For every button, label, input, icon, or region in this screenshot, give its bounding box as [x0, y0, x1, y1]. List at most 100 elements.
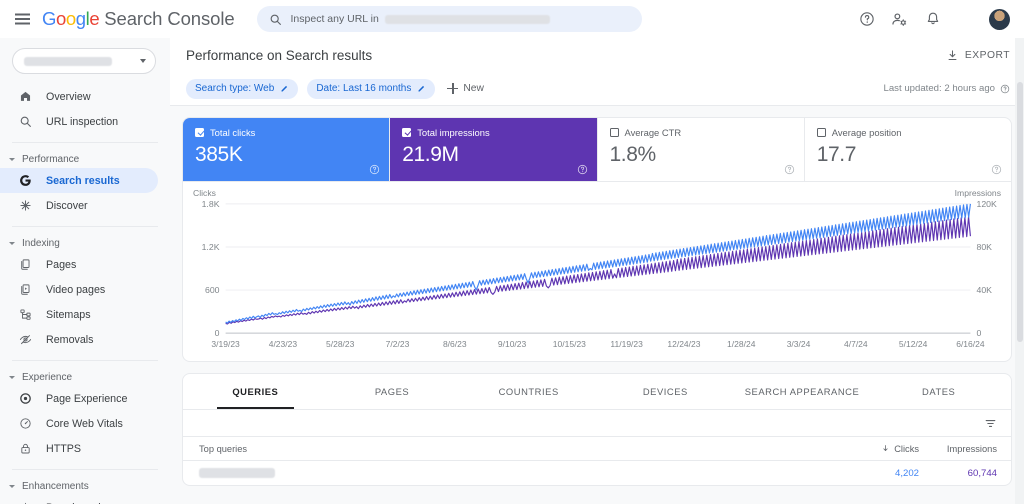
sidebar-item-search-results[interactable]: Search results [0, 168, 158, 193]
avatar[interactable] [989, 8, 1010, 30]
sidebar-item-label: Page Experience [46, 392, 128, 405]
redacted-property-url [384, 14, 550, 24]
column-header-impressions[interactable]: Impressions [919, 444, 997, 454]
sidebar-item-discover[interactable]: Discover [0, 193, 158, 218]
sidebar-item-breadcrumbs[interactable]: Breadcrumbs [0, 495, 158, 504]
video-pages-icon [17, 283, 33, 296]
sidebar-item-https[interactable]: HTTPS [0, 436, 158, 461]
column-header-label: Clicks [894, 443, 919, 454]
caret-down-icon [9, 376, 15, 379]
svg-text:1.8K: 1.8K [202, 199, 220, 209]
tab-dates[interactable]: DATES [870, 374, 1007, 409]
metric-checkbox[interactable] [402, 128, 412, 137]
tab-queries[interactable]: QUERIES [187, 374, 324, 410]
url-inspection-search-input[interactable]: Inspect any URL in [256, 6, 642, 32]
sidebar-item-label: Sitemaps [46, 308, 91, 321]
new-filter-button[interactable]: New [447, 83, 484, 94]
sidebar-item-overview[interactable]: Overview [0, 84, 158, 109]
column-header-query[interactable]: Top queries [199, 444, 841, 454]
info-icon[interactable] [991, 164, 1002, 175]
sidebar-group-indexing[interactable]: Indexing [9, 238, 170, 249]
tab-pages[interactable]: PAGES [324, 374, 461, 409]
metric-value: 1.8% [609, 143, 657, 166]
performance-card: Total clicks 385K Total impressions 21.9… [182, 117, 1012, 362]
apps-grid-icon[interactable] [956, 10, 975, 29]
filter-icon[interactable] [984, 417, 997, 430]
metric-checkbox[interactable] [816, 128, 826, 137]
vertical-scrollbar-track[interactable] [1015, 38, 1024, 504]
export-label: EXPORT [964, 49, 1010, 61]
table-row[interactable]: 4,202 60,744 [183, 461, 1011, 485]
sidebar-item-label: HTTPS [46, 442, 82, 455]
sidebar-item-label: Video pages [46, 283, 106, 296]
tab-countries[interactable]: COUNTRIES [460, 374, 597, 409]
info-icon[interactable] [577, 164, 588, 175]
metric-card-total-clicks[interactable]: Total clicks 385K [183, 118, 391, 181]
hamburger-menu-icon[interactable] [8, 5, 36, 33]
filter-chip-label: Search type: Web [195, 83, 275, 94]
sidebar-item-label: Core Web Vitals [46, 417, 123, 430]
last-updated-text: Last updated: 2 hours ago [883, 83, 995, 94]
sidebar-item-removals[interactable]: Removals [0, 327, 158, 352]
main-content: Performance on Search results EXPORT Sea… [170, 38, 1024, 504]
sidebar-item-page-experience[interactable]: Page Experience [0, 386, 158, 411]
info-icon[interactable] [784, 164, 795, 175]
svg-text:3/19/23: 3/19/23 [211, 339, 240, 349]
metric-card-average-ctr[interactable]: Average CTR 1.8% [598, 118, 805, 181]
filter-bar: Search type: Web Date: Last 16 months Ne… [170, 72, 1024, 106]
sidebar-item-video-pages[interactable]: Video pages [0, 277, 158, 302]
brand-logo[interactable]: Google Search Console [42, 8, 235, 30]
tab-devices[interactable]: DEVICES [597, 374, 734, 409]
metric-value: 21.9M [402, 143, 459, 166]
filter-chip-date[interactable]: Date: Last 16 months [307, 78, 436, 99]
metric-card-total-impressions[interactable]: Total impressions 21.9M [390, 118, 598, 181]
page-header: Performance on Search results EXPORT [170, 38, 1024, 72]
user-settings-icon[interactable] [890, 10, 909, 29]
sidebar-item-pages[interactable]: Pages [0, 252, 158, 277]
sidebar-group-performance[interactable]: Performance [9, 154, 170, 165]
dimension-tabs: QUERIES PAGES COUNTRIES DEVICES SEARCH A… [183, 374, 1011, 410]
sidebar-group-label: Indexing [22, 238, 60, 249]
column-header-clicks[interactable]: Clicks [841, 444, 919, 454]
filter-chip-search-type[interactable]: Search type: Web [186, 78, 299, 99]
vertical-scrollbar-thumb[interactable] [1016, 82, 1023, 342]
google-wordmark: Google [42, 8, 100, 29]
metric-label-row: Average position [816, 127, 999, 138]
svg-text:40K: 40K [977, 285, 993, 295]
table-filter-row [183, 410, 1011, 437]
sidebar-item-sitemaps[interactable]: Sitemaps [0, 302, 158, 327]
app-shell: Overview URL inspection Performance Sear… [0, 38, 1024, 504]
page-experience-icon [17, 392, 33, 405]
info-icon[interactable] [369, 164, 380, 175]
sidebar-group-enhancements[interactable]: Enhancements [9, 481, 170, 492]
help-icon[interactable] [1000, 84, 1010, 94]
notifications-bell-icon[interactable] [923, 10, 942, 29]
series-line-impressions [225, 216, 971, 325]
redacted-property-name [24, 56, 112, 66]
svg-text:4/7/24: 4/7/24 [844, 339, 868, 349]
caret-down-icon [9, 485, 15, 488]
metric-checkbox[interactable] [195, 128, 204, 137]
series-line-clicks [225, 203, 971, 324]
sidebar-item-core-web-vitals[interactable]: Core Web Vitals [0, 411, 158, 436]
new-filter-label: New [463, 83, 484, 94]
performance-chart[interactable]: Clicks Impressions 0 600 1.2K 1.8K 0 40K 80K 1… [183, 181, 1011, 361]
caret-down-icon [9, 158, 15, 161]
metric-label-row: Total clicks [195, 127, 377, 138]
sidebar-group-experience[interactable]: Experience [9, 372, 170, 383]
export-button[interactable]: EXPORT [946, 49, 1010, 62]
metric-checkbox[interactable] [609, 128, 619, 137]
table-header-row: Top queries Clicks Impressions [183, 437, 1011, 461]
column-header-label: Impressions [946, 443, 997, 454]
property-selector[interactable] [12, 48, 156, 74]
table-cell-query [199, 464, 841, 482]
metric-card-average-position[interactable]: Average position 17.7 [805, 118, 1011, 181]
help-icon[interactable] [857, 10, 876, 29]
metric-cards: Total clicks 385K Total impressions 21.9… [183, 118, 1011, 181]
tab-search-appearance[interactable]: SEARCH APPEARANCE [734, 374, 871, 409]
discover-icon [17, 199, 33, 212]
home-icon [17, 90, 33, 103]
sidebar-item-label: URL inspection [46, 115, 119, 128]
core-web-vitals-icon [17, 417, 33, 430]
sidebar-item-url-inspection[interactable]: URL inspection [0, 109, 158, 134]
